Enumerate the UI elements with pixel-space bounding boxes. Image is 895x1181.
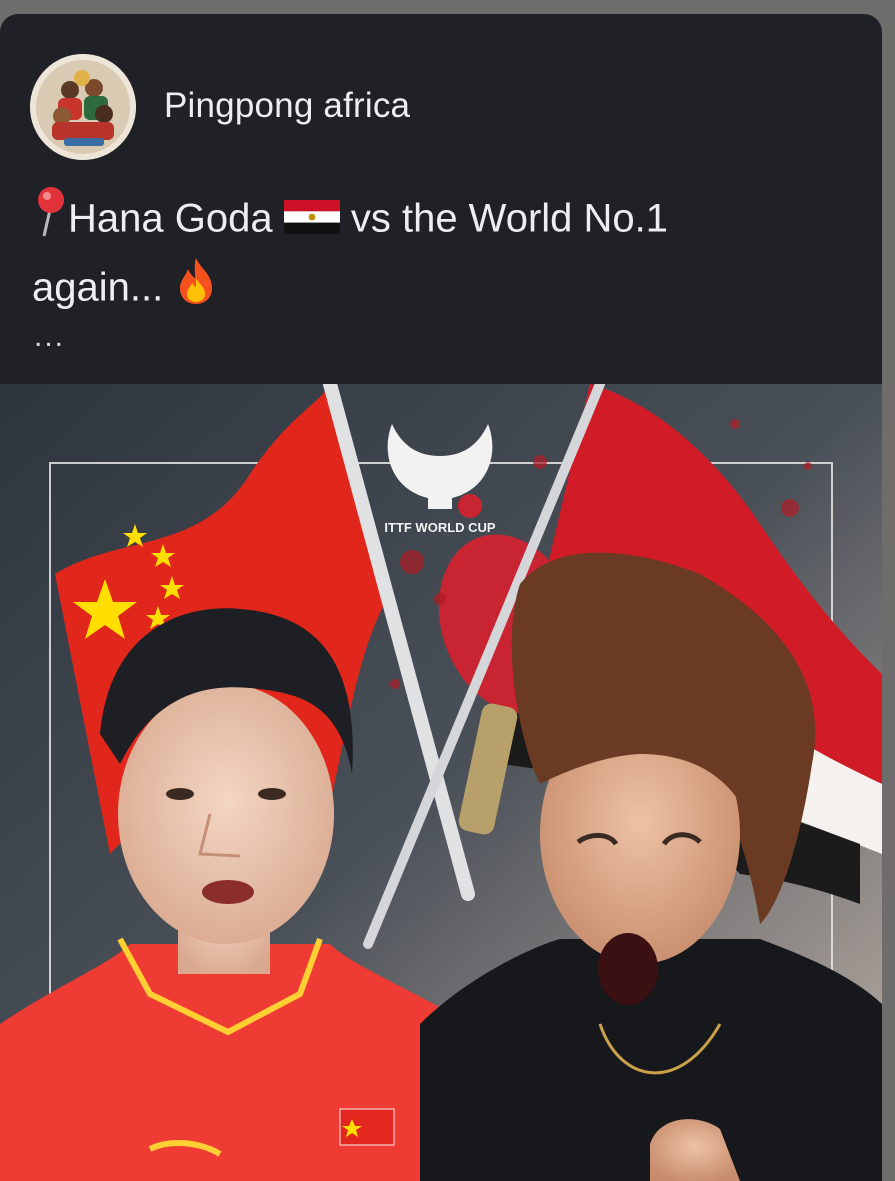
screen-frame: Pingpong africa Hana Goda vs the World N…: [0, 0, 895, 1181]
match-poster: ITTF WORLD CUP: [0, 384, 882, 1181]
egypt-flag-icon: [283, 190, 340, 252]
post-card: Pingpong africa Hana Goda vs the World N…: [0, 14, 882, 1181]
post-image[interactable]: ITTF WORLD CUP: [0, 384, 882, 1181]
page-avatar[interactable]: [30, 54, 136, 160]
caption-line2: again...: [32, 265, 164, 310]
logo-text: ITTF WORLD CUP: [384, 520, 496, 535]
caption-name: Hana Goda: [68, 196, 273, 241]
caption-rest: vs the World No.1: [350, 196, 669, 241]
page-name[interactable]: Pingpong africa: [164, 86, 410, 126]
post-header: Pingpong africa Hana Goda vs the World N…: [0, 14, 882, 384]
avatar-image: [30, 54, 136, 160]
post-caption: Hana Goda vs the World No.1 again...: [32, 186, 852, 324]
see-more-button[interactable]: ...: [34, 320, 65, 354]
fire-icon: [174, 256, 218, 324]
round-pushpin-icon: [32, 186, 68, 256]
